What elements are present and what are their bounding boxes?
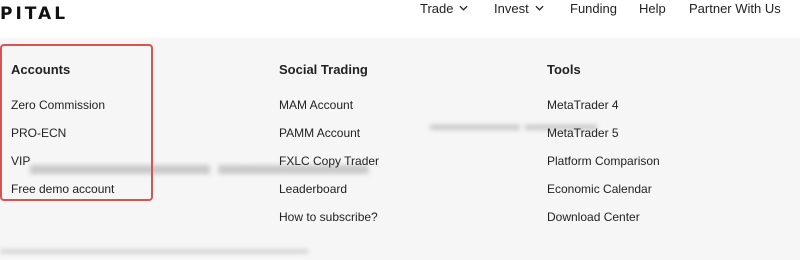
- chevron-down-icon: [459, 5, 469, 11]
- nav-item-trade[interactable]: Trade: [420, 1, 469, 16]
- nav-item-partner[interactable]: Partner With Us: [689, 1, 781, 16]
- menu-link-fxlc-copy-trader[interactable]: FXLC Copy Trader: [279, 153, 379, 181]
- menu-link-download-center[interactable]: Download Center: [547, 209, 660, 237]
- nav-item-label: Partner With Us: [689, 1, 781, 16]
- nav-item-invest[interactable]: Invest: [494, 1, 544, 16]
- column-title: Tools: [547, 62, 581, 77]
- menu-link-pro-ecn[interactable]: PRO-ECN: [11, 125, 114, 153]
- nav-item-label: Invest: [494, 1, 529, 16]
- menu-column-accounts: Accounts Zero Commission PRO-ECN VIP Fre…: [11, 62, 114, 209]
- menu-link-metatrader-4[interactable]: MetaTrader 4: [547, 97, 660, 125]
- menu-link-metatrader-5[interactable]: MetaTrader 5: [547, 125, 660, 153]
- column-title: Social Trading: [279, 62, 368, 77]
- menu-column-tools: Tools MetaTrader 4 MetaTrader 5 Platform…: [547, 62, 660, 237]
- nav-item-help[interactable]: Help: [639, 1, 666, 16]
- menu-link-platform-comparison[interactable]: Platform Comparison: [547, 153, 660, 181]
- column-title: Accounts: [11, 62, 71, 77]
- nav-item-funding[interactable]: Funding: [570, 1, 617, 16]
- dropdown-mega-menu: ▬▬▬▬▬▬ ▬▬▬▬▬ ▬▬▬▬▬ ▬▬▬▬ ▬▬▬▬▬▬▬▬▬▬▬▬▬▬▬▬…: [0, 38, 800, 260]
- menu-link-economic-calendar[interactable]: Economic Calendar: [547, 181, 660, 209]
- nav-item-label: Trade: [420, 1, 454, 16]
- menu-link-how-to-subscribe[interactable]: How to subscribe?: [279, 209, 379, 237]
- menu-link-mam-account[interactable]: MAM Account: [279, 97, 379, 125]
- menu-link-vip[interactable]: VIP: [11, 153, 114, 181]
- menu-link-free-demo-account[interactable]: Free demo account: [11, 181, 114, 209]
- background-blur-shape: ▬▬▬▬▬▬▬▬▬▬▬▬▬▬▬▬▬▬▬▬▬▬▬▬▬▬▬▬: [0, 244, 308, 256]
- brand-logo[interactable]: PITAL: [0, 4, 68, 24]
- menu-column-social-trading: Social Trading MAM Account PAMM Account …: [279, 62, 379, 237]
- chevron-down-icon: [535, 5, 544, 11]
- nav-item-label: Funding: [570, 1, 617, 16]
- menu-link-zero-commission[interactable]: Zero Commission: [11, 97, 114, 125]
- top-navigation-bar: PITAL Trade Invest Funding Help Partner …: [0, 0, 800, 34]
- menu-link-pamm-account[interactable]: PAMM Account: [279, 125, 379, 153]
- nav-item-label: Help: [639, 1, 666, 16]
- menu-link-leaderboard[interactable]: Leaderboard: [279, 181, 379, 209]
